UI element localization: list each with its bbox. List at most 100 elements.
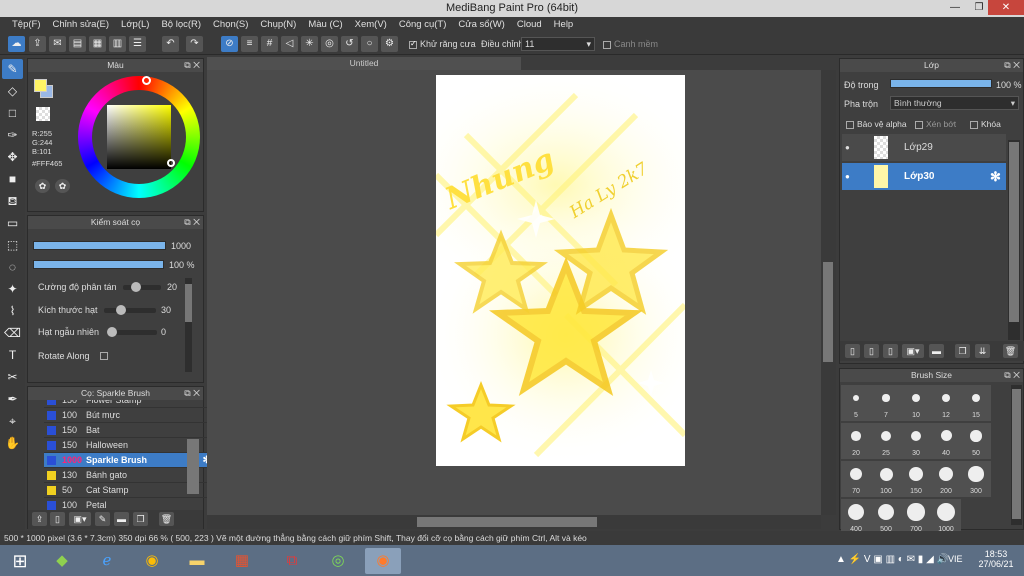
rect-tool-icon[interactable]: □	[2, 103, 23, 123]
comment-icon[interactable]: ✉	[49, 36, 66, 52]
network-app-icon[interactable]: ⧉	[274, 548, 310, 574]
new-layer-8bit-icon[interactable]: ▯	[864, 344, 879, 358]
horizontal-scrollbar[interactable]	[207, 515, 821, 529]
grain-size-slider[interactable]	[104, 305, 156, 315]
brush-list-scrollbar[interactable]	[187, 439, 199, 494]
fill-rect-tool-icon[interactable]: ■	[2, 169, 23, 189]
eye-icon[interactable]: ●	[845, 134, 850, 161]
panel-close-icon[interactable]: ⧉ ✕	[184, 387, 200, 400]
brush-size-cell[interactable]: 15	[961, 385, 991, 421]
undo-icon[interactable]: ↶	[162, 36, 179, 52]
blend-mode-select[interactable]: Bình thường ▾	[890, 96, 1019, 110]
post-icon[interactable]: ▤	[69, 36, 86, 52]
brush-new-icon[interactable]: ▯	[50, 512, 65, 526]
clip-checkbox[interactable]	[915, 120, 923, 129]
layer-row-lop29[interactable]: ● Lớp29	[842, 134, 1006, 161]
brush-size-cell[interactable]: 70	[841, 461, 871, 497]
lasso-tool-icon[interactable]: ◌	[2, 257, 23, 277]
curve-snap-icon[interactable]: ↺	[341, 36, 358, 52]
eye-icon[interactable]: ●	[845, 163, 850, 190]
vertical-scrollbar[interactable]	[821, 70, 836, 515]
layer-scrollbar[interactable]	[1008, 140, 1020, 340]
antialias-checkbox[interactable]	[409, 39, 417, 49]
rotate-along-checkbox[interactable]	[100, 352, 108, 360]
menu-file[interactable]: Tệp(F)	[6, 17, 47, 33]
brush-size-cell[interactable]: 200	[931, 461, 961, 497]
redo-icon[interactable]: ↷	[186, 36, 203, 52]
menu-help[interactable]: Help	[548, 17, 580, 33]
app-icon[interactable]: ◎	[320, 548, 356, 574]
layer-folder-icon[interactable]: ▬	[929, 344, 944, 358]
brush-size-cell[interactable]: 150	[901, 461, 931, 497]
menu-edit[interactable]: Chỉnh sửa(E)	[47, 17, 116, 33]
brush-tool-icon[interactable]: ✎	[2, 59, 23, 79]
menu-filter[interactable]: Bộ lọc(R)	[155, 17, 207, 33]
delete-layer-icon[interactable]: 🗑	[1003, 344, 1018, 358]
brush-copy-icon[interactable]: ❐	[133, 512, 148, 526]
brush-size-cell[interactable]: 500	[871, 499, 901, 535]
ie-icon[interactable]: ℯ	[89, 548, 125, 574]
pages-icon[interactable]: ▥	[109, 36, 126, 52]
brush-size-cell[interactable]: 40	[931, 423, 961, 459]
brush-add-icon[interactable]: ▣▾	[69, 512, 91, 526]
menu-select[interactable]: Chọn(S)	[207, 17, 254, 33]
menu-snap[interactable]: Chụp(N)	[254, 17, 302, 33]
add-layer-dropdown-icon[interactable]: ▣▾	[902, 344, 924, 358]
menu-color[interactable]: Màu (C)	[302, 17, 348, 33]
select-eraser-icon[interactable]: ⌫	[2, 323, 23, 343]
snap-checkbox[interactable]	[603, 40, 611, 49]
chrome-icon[interactable]: ◉	[134, 548, 170, 574]
palette-icon[interactable]: ✿	[35, 179, 50, 193]
vanishing-snap-icon[interactable]: ◁	[281, 36, 298, 52]
ellipse-snap-icon[interactable]: ○	[361, 36, 378, 52]
panel-close-icon[interactable]: ⧉ ✕	[1004, 369, 1020, 382]
lock-checkbox[interactable]	[970, 120, 978, 129]
brush-size-cell[interactable]: 25	[871, 423, 901, 459]
adjust-select[interactable]: 11 ▾	[521, 37, 595, 51]
page-icon[interactable]: ▦	[89, 36, 106, 52]
brush-item[interactable]: 100 Bút mực	[44, 408, 214, 423]
brush-size-cell[interactable]: 10	[901, 385, 931, 421]
brush-size-cell[interactable]: 100	[871, 461, 901, 497]
menu-window[interactable]: Cửa sổ(W)	[452, 17, 510, 33]
merge-layer-icon[interactable]: ⇊	[975, 344, 990, 358]
panel-close-icon[interactable]: ⧉ ✕	[184, 216, 200, 229]
select-tool-icon[interactable]: ⬚	[2, 235, 23, 255]
brush-size-cell[interactable]: 300	[961, 461, 991, 497]
palette-add-icon[interactable]: ✿	[55, 179, 70, 193]
brush-item[interactable]: 150 Flower Stamp	[44, 400, 214, 408]
presentation-app-icon[interactable]: ▦	[224, 548, 260, 574]
brush-size-cell[interactable]: 1000	[931, 499, 961, 535]
panel-close-icon[interactable]: ⧉ ✕	[184, 59, 200, 72]
list-icon[interactable]: ☰	[129, 36, 146, 52]
random-slider[interactable]	[107, 327, 157, 337]
windows-start-icon[interactable]: ⊞	[2, 548, 38, 574]
brush-edit-icon[interactable]: ✎	[95, 512, 110, 526]
color-picker-handle[interactable]	[167, 159, 175, 167]
brush-size-cell[interactable]: 12	[931, 385, 961, 421]
menu-layer[interactable]: Lớp(L)	[115, 17, 155, 33]
layer-opacity-bar[interactable]	[890, 79, 992, 88]
layer-settings-icon[interactable]: ✻	[990, 163, 1001, 190]
minimize-button[interactable]: —	[942, 0, 968, 15]
new-layer-1bit-icon[interactable]: ▯	[883, 344, 898, 358]
move-tool-icon[interactable]: ✥	[2, 147, 23, 167]
parallel-snap-icon[interactable]: ≡	[241, 36, 258, 52]
pen-tool-icon[interactable]: ✑	[2, 125, 23, 145]
dropper-tool-icon[interactable]: ✒	[2, 389, 23, 409]
brush-size-cell[interactable]: 400	[841, 499, 871, 535]
brush-delete-icon[interactable]: 🗑	[159, 512, 174, 526]
brush-size-cell[interactable]: 7	[871, 385, 901, 421]
brush-size-bar[interactable]	[33, 241, 166, 250]
layer-row-lop30[interactable]: ● Lớp30 ✻	[842, 163, 1006, 190]
saturation-square[interactable]	[107, 105, 171, 169]
protect-alpha-checkbox[interactable]	[846, 120, 854, 129]
language-indicator[interactable]: VIE	[948, 554, 963, 564]
cloud-icon[interactable]: ☁	[8, 36, 25, 52]
settings-icon[interactable]: ⚙	[381, 36, 398, 52]
bluestacks-icon[interactable]: ◆	[44, 548, 80, 574]
medibang-taskbar-icon[interactable]: ◉	[365, 548, 401, 574]
eraser-tool-icon[interactable]: ◇	[2, 81, 23, 101]
hue-ring[interactable]	[78, 76, 200, 198]
scatter-slider[interactable]	[123, 282, 161, 292]
